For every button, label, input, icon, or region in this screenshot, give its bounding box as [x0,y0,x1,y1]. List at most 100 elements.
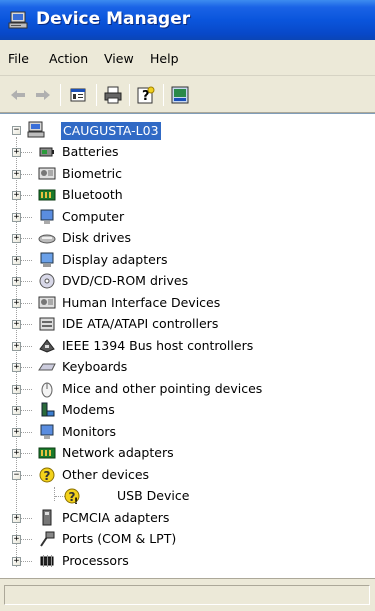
unknown-device-warning-icon: ?! [64,488,80,505]
tree-category-row[interactable]: + Processors [0,551,375,571]
expand-toggle[interactable]: + [12,449,21,458]
battery-icon [39,147,54,157]
device-tree[interactable]: − CAUGUSTA-L03 + Batteries + Biometric + Blue… [0,113,375,578]
unknown-device-icon: ? [39,467,55,483]
hid-icon [38,296,56,308]
expand-toggle[interactable]: + [12,556,21,566]
tree-category-row[interactable]: −? Other devices [0,465,375,485]
tree-category-row[interactable]: + Bluetooth [0,185,375,205]
toolbar-separator [60,84,61,106]
tree-category-row[interactable]: + Mice and other pointing devices [0,379,375,399]
tree-item-label: Network adapters [62,445,174,460]
svg-text:?: ? [44,469,51,483]
keyboard-icon [38,363,56,371]
tree-root-label: CAUGUSTA-L03 [61,122,161,140]
display-adapter-icon [40,252,54,267]
help-icon[interactable]: ? [136,85,156,105]
tree-child-row[interactable]: ?! USB Device [0,486,375,506]
expand-toggle[interactable]: + [12,277,21,286]
expand-toggle[interactable]: + [12,384,21,394]
expand-toggle[interactable]: + [12,363,21,372]
tree-item-label: DVD/CD-ROM drives [62,273,189,288]
forward-arrow-icon[interactable] [33,85,53,105]
tree-item-label: Keyboards [62,359,128,374]
tree-item-label: Bluetooth [62,187,123,202]
expand-toggle[interactable]: + [12,234,21,243]
port-icon [40,531,55,547]
toolbar: ? [0,76,375,113]
mouse-icon [41,382,53,397]
expand-toggle[interactable]: + [12,406,21,415]
menu-action[interactable]: Action [49,51,88,66]
expand-toggle[interactable]: + [12,169,21,179]
tree-item-label: Processors [62,552,129,568]
network-adapter-icon [38,447,56,459]
expand-toggle[interactable]: + [12,191,21,200]
tree-category-row[interactable]: + Disk drives [0,228,375,248]
tree-item-label: Batteries [62,144,119,159]
tree-category-row[interactable]: + Display adapters [0,250,375,270]
collapse-toggle[interactable]: − [12,470,21,480]
tree-item-label: Biometric [62,165,122,181]
computer-icon [27,121,45,138]
tree-category-row[interactable]: + PCMCIA adapters [0,508,375,528]
tree-item-label: Computer [62,208,125,224]
expand-toggle[interactable]: + [12,148,21,157]
toolbar-separator [96,84,97,106]
collapse-toggle[interactable]: − [12,126,21,135]
title-bar[interactable]: Device Manager [0,0,375,40]
expand-toggle[interactable]: + [12,341,21,351]
svg-text:!: ! [74,497,78,505]
status-panel [4,585,370,605]
menu-bar: File Action View Help [0,40,375,76]
tree-category-row[interactable]: + Monitors [0,422,375,442]
menu-view[interactable]: View [104,51,134,66]
disk-drive-icon [38,234,56,244]
tree-category-row[interactable]: + Keyboards [0,357,375,377]
monitor-icon [40,209,54,224]
tree-category-row[interactable]: + IDE ATA/ATAPI controllers [0,314,375,334]
tree-item-label: Modems [62,402,115,417]
tree-category-row[interactable]: + Ports (COM & LPT) [0,529,375,549]
pcmcia-icon [42,509,52,525]
properties-icon[interactable] [68,85,88,105]
tree-category-row[interactable]: + Biometric [0,164,375,184]
expand-toggle[interactable]: + [12,212,21,222]
menu-file[interactable]: File [8,51,29,66]
tree-item-label: Mice and other pointing devices [62,380,263,396]
window-title: Device Manager [36,9,191,29]
tree-category-row[interactable]: + Batteries [0,142,375,162]
tree-item-label: IEEE 1394 Bus host controllers [62,337,254,353]
tree-item-label: Display adapters [62,251,168,267]
monitor-icon [40,424,54,439]
expand-toggle[interactable]: + [12,427,21,437]
tree-item-label: IDE ATA/ATAPI controllers [62,316,219,331]
toolbar-separator [129,84,130,106]
status-bar [0,578,375,611]
tree-root-row[interactable]: − CAUGUSTA-L03 [0,121,375,141]
tree-item-label: Monitors [62,423,117,439]
tree-category-row[interactable]: + Human Interface Devices [0,293,375,313]
tree-item-label: Ports (COM & LPT) [62,531,177,546]
back-arrow-icon[interactable] [8,85,28,105]
biometric-icon [38,167,56,179]
processor-icon [40,554,54,567]
menu-help[interactable]: Help [150,51,179,66]
cd-drive-icon [39,273,55,289]
expand-toggle[interactable]: + [12,535,21,544]
print-icon[interactable] [103,85,123,105]
tree-category-row[interactable]: + Modems [0,400,375,420]
expand-toggle[interactable]: + [12,255,21,265]
expand-toggle[interactable]: + [12,298,21,308]
tree-category-row[interactable]: + DVD/CD-ROM drives [0,271,375,291]
tree-category-row[interactable]: + IEEE 1394 Bus host controllers [0,336,375,356]
expand-toggle[interactable]: + [12,513,21,523]
tree-item-label: USB Device [117,488,190,503]
scan-hardware-icon[interactable] [170,85,190,105]
tree-category-row[interactable]: + Network adapters [0,443,375,463]
expand-toggle[interactable]: + [12,320,21,329]
tree-category-row[interactable]: + Computer [0,207,375,227]
tree-item-label: PCMCIA adapters [62,509,170,525]
tree-item-label: Human Interface Devices [62,294,221,310]
tree-item-label: Other devices [62,466,150,482]
